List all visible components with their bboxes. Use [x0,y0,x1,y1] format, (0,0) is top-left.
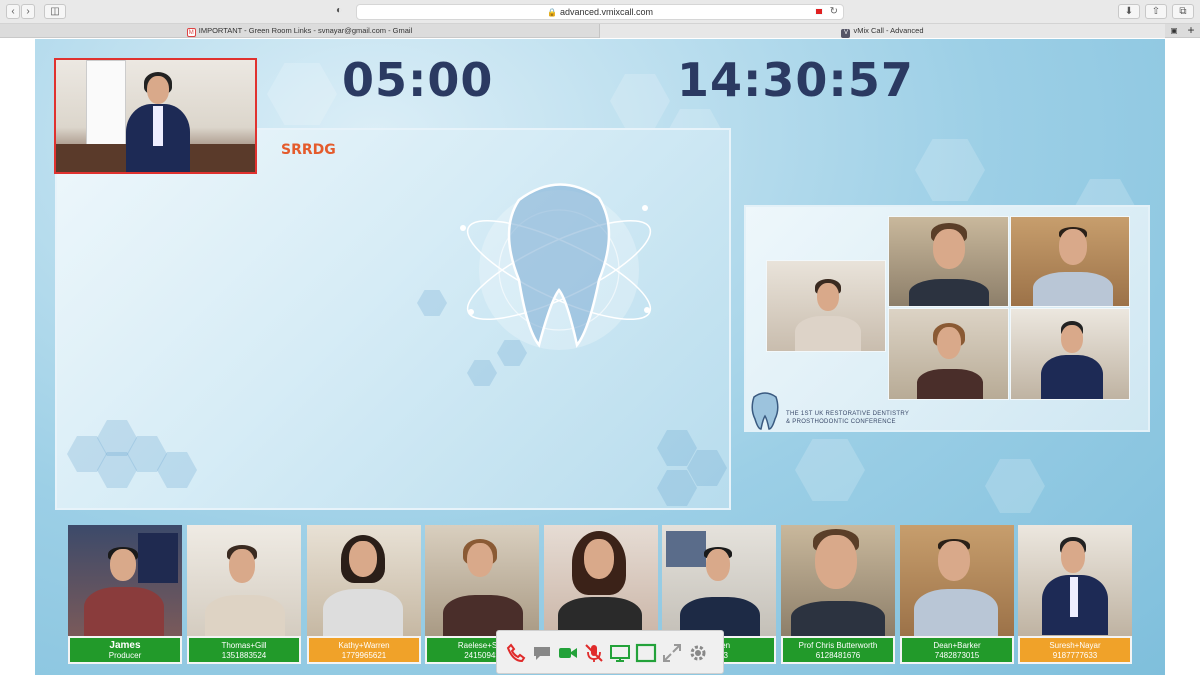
camera-tab-icon[interactable]: ▣ [1168,24,1180,38]
participant-nameplate: James Producer [68,636,182,664]
hexagon-decoration [985,459,1045,513]
chat-icon[interactable] [531,642,553,664]
hexagon-decoration [610,74,670,128]
tabs-overview-button[interactable]: ⧉ [1172,4,1194,19]
screen-share-icon[interactable] [609,642,631,664]
privacy-icon[interactable]: ◐ [330,4,348,19]
participant-tile[interactable]: Prof Chris Butterworth 6128481676 [781,525,895,664]
forward-button[interactable]: › [21,4,35,19]
presentation-slide: SRRDG [55,128,731,510]
recording-camera-icon[interactable] [815,8,823,15]
call-controls [496,630,724,674]
hexagon-decoration [915,139,985,201]
grid-video[interactable] [888,216,1009,307]
grid-video[interactable] [888,308,1009,400]
participant-nameplate: Suresh+Nayar 9187777633 [1018,636,1132,664]
participant-nameplate: Thomas+Gill 1351883524 [187,636,301,664]
vmix-icon: V [841,29,851,38]
hexagon-decoration [657,430,697,466]
participant-video[interactable] [307,525,421,636]
clock-display: 14:30:57 [677,53,914,107]
active-speaker-pip[interactable] [54,58,257,174]
srrdg-logo: SRRDG [281,142,336,158]
download-button[interactable]: ⬇ [1118,4,1140,19]
participant-tile[interactable]: James Producer [68,525,182,664]
mic-muted-icon[interactable] [583,642,605,664]
conference-tooth-icon [751,392,779,430]
participant-tile[interactable]: Suresh+Nayar 9187777633 [1018,525,1132,664]
layout-icon[interactable] [635,642,657,664]
participant-tile[interactable]: Kathy+Warren 1779965621 [307,525,421,664]
hangup-icon[interactable] [505,642,527,664]
tooth-icon [460,183,652,350]
grid-video[interactable] [1010,308,1130,400]
video-stage: 05:00 14:30:57 SRRDG THE 1ST UK RESTORAT… [35,39,1165,675]
participant-video[interactable] [425,525,539,636]
share-button[interactable]: ⇧ [1145,4,1167,19]
tab-bar: M IMPORTANT - Green Room Links - svnayar@… [0,24,1200,38]
tab-gmail[interactable]: M IMPORTANT - Green Room Links - svnayar@… [0,24,600,38]
new-tab-button[interactable]: + [1184,24,1198,38]
speaker-grid: THE 1ST UK RESTORATIVE DENTISTRY & PROST… [744,205,1150,432]
grid-video[interactable] [766,260,886,352]
camera-icon[interactable] [557,642,579,664]
gmail-icon: M [186,28,196,37]
back-button[interactable]: ‹ [6,4,20,19]
hexagon-decoration [687,450,727,486]
reload-icon[interactable]: ↻ [830,5,838,19]
hexagon-decoration [467,360,497,386]
conference-label: THE 1ST UK RESTORATIVE DENTISTRY & PROST… [786,411,910,425]
participant-video[interactable] [68,525,182,636]
browser-toolbar: ‹ › ◫ ◐ 🔒 advanced.vmixcall.com ↻ ⬇ ⇧ ⧉ [0,0,1200,24]
hexagon-decoration [417,290,447,316]
sidebar-button[interactable]: ◫ [44,4,66,19]
tab-vmix[interactable]: VvMix Call - Advanced [600,24,1165,38]
hexagon-decoration [657,470,697,506]
participant-video[interactable] [1018,525,1132,636]
settings-icon[interactable] [687,642,709,664]
participant-nameplate: Dean+Barker 7482873015 [900,636,1014,664]
participant-video[interactable] [900,525,1014,636]
hexagon-decoration [267,63,337,125]
participant-video[interactable] [187,525,301,636]
grid-video[interactable] [1010,216,1130,307]
lock-icon: 🔒 [546,8,557,17]
participant-video[interactable] [544,525,658,636]
participant-tile[interactable]: Thomas+Gill 1351883524 [187,525,301,664]
hexagon-decoration [795,439,865,501]
participant-nameplate: Prof Chris Butterworth 6128481676 [781,636,895,664]
participant-tile[interactable]: Dean+Barker 7482873015 [900,525,1014,664]
address-bar[interactable]: 🔒 advanced.vmixcall.com ↻ [356,4,844,20]
countdown-timer: 05:00 [342,53,494,107]
participant-nameplate: Kathy+Warren 1779965621 [307,636,421,664]
participant-video[interactable] [662,525,776,636]
participant-video[interactable] [781,525,895,636]
fullscreen-icon[interactable] [661,642,683,664]
